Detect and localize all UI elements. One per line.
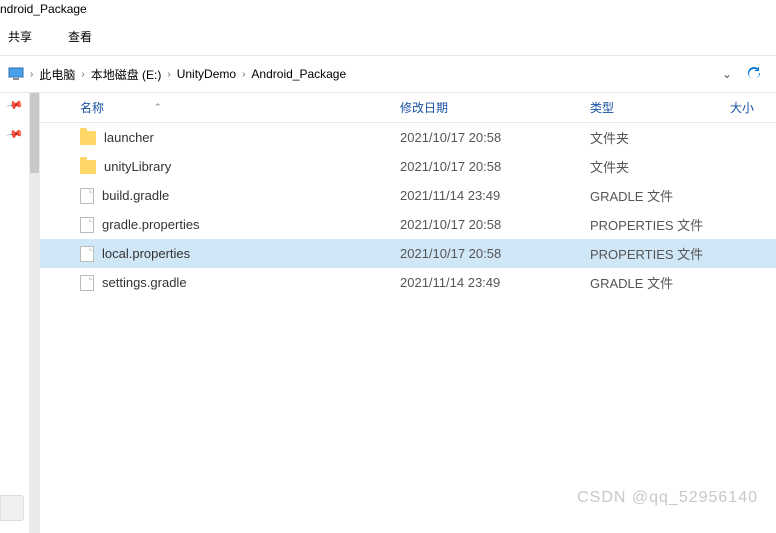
header-size[interactable]: 大小 xyxy=(730,99,776,116)
watermark: CSDN @qq_52956140 xyxy=(577,489,758,507)
chevron-right-icon: › xyxy=(28,69,35,80)
breadcrumb-folder[interactable]: UnityDemo xyxy=(177,67,236,81)
file-date: 2021/10/17 20:58 xyxy=(400,217,590,232)
pin-icon[interactable]: 📌 xyxy=(5,96,24,115)
file-date: 2021/10/17 20:58 xyxy=(400,246,590,261)
menu-view[interactable]: 查看 xyxy=(60,26,100,47)
file-icon xyxy=(80,275,94,291)
status-bar-handle[interactable] xyxy=(0,495,24,521)
file-list-pane: 名称 ⌃ 修改日期 类型 大小 launcher 2021/10/17 20:58… xyxy=(40,93,776,533)
file-icon xyxy=(80,217,94,233)
tree-scrollbar[interactable] xyxy=(30,93,40,533)
file-row[interactable]: launcher 2021/10/17 20:58文件夹 xyxy=(40,123,776,152)
file-name: unityLibrary xyxy=(104,159,171,174)
file-date: 2021/11/14 23:49 xyxy=(400,275,590,290)
file-row[interactable]: settings.gradle 2021/11/14 23:49GRADLE 文件 xyxy=(40,268,776,297)
file-row[interactable]: build.gradle 2021/11/14 23:49GRADLE 文件 xyxy=(40,181,776,210)
file-date: 2021/10/17 20:58 xyxy=(400,159,590,174)
file-icon xyxy=(80,246,94,262)
this-pc-icon xyxy=(8,67,24,81)
chevron-right-icon: › xyxy=(165,69,172,80)
file-type: 文件夹 xyxy=(590,128,730,147)
breadcrumb-folder[interactable]: Android_Package xyxy=(251,67,346,81)
file-row[interactable]: local.properties 2021/10/17 20:58PROPERTI… xyxy=(40,239,776,268)
file-row[interactable]: unityLibrary 2021/10/17 20:58文件夹 xyxy=(40,152,776,181)
header-type[interactable]: 类型 xyxy=(590,99,730,116)
sort-ascending-icon: ⌃ xyxy=(154,102,162,113)
chevron-down-icon[interactable]: ⌄ xyxy=(722,67,732,81)
pin-icon[interactable]: 📌 xyxy=(5,125,24,144)
breadcrumb-drive[interactable]: 本地磁盘 (E:) xyxy=(91,66,162,83)
file-type: 文件夹 xyxy=(590,157,730,176)
file-type: PROPERTIES 文件 xyxy=(590,244,730,263)
file-type: PROPERTIES 文件 xyxy=(590,215,730,234)
breadcrumb[interactable]: › 此电脑 › 本地磁盘 (E:) › UnityDemo › Android_… xyxy=(8,66,722,83)
window-title: ndroid_Package xyxy=(0,0,776,22)
file-name: launcher xyxy=(104,130,154,145)
file-type: GRADLE 文件 xyxy=(590,273,730,292)
file-name: local.properties xyxy=(102,246,190,261)
folder-icon xyxy=(80,160,96,174)
header-date[interactable]: 修改日期 xyxy=(400,99,590,116)
file-name: settings.gradle xyxy=(102,275,187,290)
address-bar: › 此电脑 › 本地磁盘 (E:) › UnityDemo › Android_… xyxy=(0,56,776,93)
file-date: 2021/11/14 23:49 xyxy=(400,188,590,203)
header-name[interactable]: 名称 xyxy=(80,99,104,116)
file-date: 2021/10/17 20:58 xyxy=(400,130,590,145)
refresh-icon xyxy=(746,66,762,82)
file-icon xyxy=(80,188,94,204)
file-name: gradle.properties xyxy=(102,217,200,232)
menu-share[interactable]: 共享 xyxy=(0,26,40,47)
file-rows: launcher2021/10/17 20:58文件夹unityLibrary2… xyxy=(40,123,776,297)
column-headers: 名称 ⌃ 修改日期 类型 大小 xyxy=(40,93,776,123)
breadcrumb-pc[interactable]: 此电脑 xyxy=(39,66,75,83)
chevron-right-icon: › xyxy=(79,69,86,80)
file-row[interactable]: gradle.properties 2021/10/17 20:58PROPERT… xyxy=(40,210,776,239)
folder-icon xyxy=(80,131,96,145)
file-type: GRADLE 文件 xyxy=(590,186,730,205)
quick-access-pane: 📌 📌 xyxy=(0,93,30,533)
chevron-right-icon: › xyxy=(240,69,247,80)
refresh-button[interactable] xyxy=(740,62,768,86)
menu-bar: 共享 查看 xyxy=(0,22,776,56)
file-name: build.gradle xyxy=(102,188,169,203)
